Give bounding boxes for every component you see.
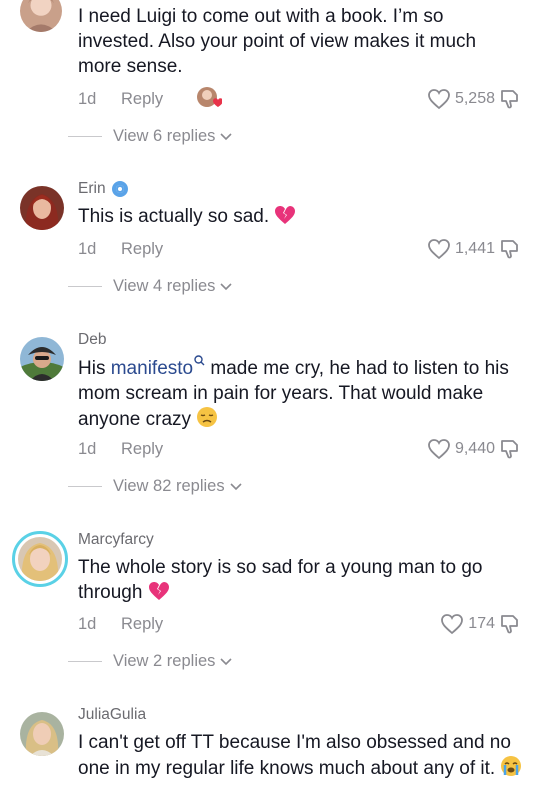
dislike-button[interactable] [499, 237, 523, 266]
username-label: JuliaGulia [78, 706, 147, 723]
username[interactable]: Erin [78, 180, 128, 198]
broken-heart-icon [274, 205, 296, 232]
comment-meta: 1d Reply 174 [78, 613, 523, 637]
comment-time: 1d [78, 440, 97, 458]
username-label: Deb [78, 331, 107, 348]
divider [68, 486, 102, 487]
divider [68, 286, 102, 287]
username[interactable]: Marcyfarcy [78, 531, 154, 549]
avatar-with-story-ring[interactable] [12, 531, 68, 587]
avatar[interactable] [20, 186, 64, 230]
comment-text: The whole story is so sad for a young ma… [78, 555, 523, 608]
search-icon [194, 355, 205, 366]
disappointed-face-icon [196, 406, 218, 435]
chevron-down-icon [220, 132, 232, 140]
comment-text: I can't get off TT because I'm also obse… [78, 730, 523, 784]
avatar[interactable] [20, 0, 62, 32]
view-replies-label: View 82 replies [113, 477, 225, 495]
thumbs-down-icon [501, 440, 518, 459]
divider [68, 661, 102, 662]
thumbs-down-icon [501, 240, 518, 259]
view-replies-label: View 4 replies [113, 277, 216, 295]
chevron-down-icon [220, 657, 232, 665]
comment-time: 1d [78, 90, 97, 108]
like-button[interactable]: 5,258 [427, 88, 495, 110]
story-badge-icon [111, 181, 128, 197]
avatar-image [18, 537, 62, 581]
broken-heart-icon [148, 581, 170, 608]
comment-text: His manifesto made me cry, he had to lis… [78, 355, 523, 435]
thumbs-down-icon [501, 615, 518, 634]
comment-time: 1d [78, 615, 97, 633]
like-button[interactable]: 9,440 [427, 438, 495, 460]
thumbs-down-icon [501, 90, 518, 109]
heart-outline-icon [428, 439, 450, 460]
username[interactable]: JuliaGulia [78, 706, 146, 724]
like-button[interactable]: 174 [440, 613, 495, 635]
avatar[interactable] [20, 712, 64, 756]
username-label: Marcyfarcy [78, 531, 154, 548]
heart-outline-icon [428, 239, 450, 260]
view-replies-button[interactable]: View 6 replies [68, 127, 232, 146]
view-replies-button[interactable]: View 2 replies [68, 652, 232, 671]
username-label: Erin [78, 180, 106, 197]
comment-meta: 1d Reply 9,440 [78, 438, 523, 462]
dislike-button[interactable] [499, 437, 523, 466]
like-count: 174 [468, 615, 495, 632]
reply-button[interactable]: Reply [121, 615, 163, 634]
avatar-image [20, 712, 64, 756]
like-count: 1,441 [454, 240, 495, 257]
divider [68, 136, 102, 137]
view-replies-label: View 6 replies [113, 127, 216, 145]
dislike-button[interactable] [499, 612, 523, 641]
like-button[interactable]: 1,441 [427, 238, 495, 260]
username[interactable]: Deb [78, 331, 106, 349]
avatar-image [20, 337, 64, 381]
heart-outline-icon [428, 89, 450, 110]
reply-button[interactable]: Reply [121, 240, 163, 259]
comment-meta: 1d Reply 5,258 [78, 86, 523, 115]
chevron-down-icon [230, 482, 242, 490]
like-count: 9,440 [454, 440, 495, 457]
comment-time: 1d [78, 240, 97, 258]
reply-button[interactable]: Reply [121, 90, 163, 109]
creator-liked-avatar [196, 86, 223, 115]
comment-text: I need Luigi to come out with a book. I’… [78, 6, 477, 77]
manifesto-search-link[interactable]: manifesto [111, 355, 205, 379]
view-replies-button[interactable]: View 82 replies [68, 477, 242, 496]
avatar[interactable] [20, 337, 64, 381]
comment-meta: 1d Reply 1,441 [78, 238, 523, 262]
view-replies-button[interactable]: View 4 replies [68, 277, 232, 296]
reply-button[interactable]: Reply [121, 440, 163, 459]
avatar-image [20, 0, 62, 32]
heart-outline-icon [441, 614, 464, 635]
view-replies-label: View 2 replies [113, 652, 216, 670]
chevron-down-icon [220, 282, 232, 290]
dislike-button[interactable] [499, 87, 523, 116]
comment-text: This is actually so sad. [78, 204, 523, 232]
avatar-image [20, 186, 64, 230]
like-count: 5,258 [454, 90, 495, 107]
crying-face-icon [500, 755, 522, 784]
